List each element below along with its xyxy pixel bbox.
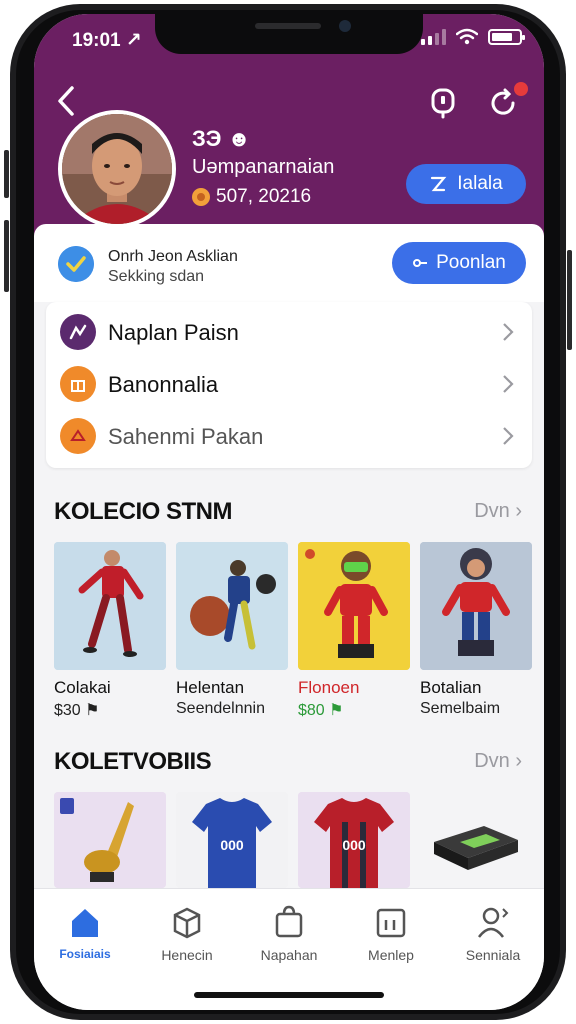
profile-name: ЗЭ ☻ bbox=[192, 126, 251, 151]
menu-label: Banonnalia bbox=[108, 372, 219, 397]
jersey-number: 000 bbox=[342, 837, 366, 853]
verification-subtitle: Sekking sdan bbox=[108, 268, 205, 285]
chevron-right-icon bbox=[503, 375, 514, 393]
status-time: 19:01 ↗ bbox=[72, 30, 142, 51]
jersey-icon: 000 bbox=[176, 792, 288, 888]
collectible-card[interactable] bbox=[420, 542, 532, 670]
tab-label: Henecin bbox=[161, 947, 213, 963]
verification-button[interactable]: Poonlan bbox=[392, 242, 526, 284]
jersey-icon: 000 bbox=[298, 792, 410, 888]
player-figure bbox=[176, 542, 288, 670]
notch bbox=[155, 14, 423, 54]
device-icon bbox=[420, 792, 532, 888]
notification-badge bbox=[514, 82, 528, 96]
verification-title: Onrh Jeon Asklian bbox=[108, 248, 238, 265]
card-title: Helentan bbox=[176, 678, 245, 697]
see-more-link[interactable]: Dvn › bbox=[474, 500, 522, 523]
profile-icon bbox=[478, 907, 509, 938]
edit-label: Ialala bbox=[457, 173, 503, 194]
points-row: 507, 20216 bbox=[192, 186, 311, 208]
chevron-right-icon bbox=[503, 427, 514, 445]
ticket-icon bbox=[60, 418, 96, 454]
collectible-card[interactable] bbox=[176, 542, 288, 670]
menu-item-banonnalia[interactable]: Banonnalia bbox=[46, 358, 532, 410]
speaker bbox=[255, 23, 321, 29]
camera bbox=[339, 20, 351, 32]
player-figure bbox=[54, 542, 166, 670]
tab-napahan[interactable]: Napahan bbox=[238, 905, 340, 975]
profile-subtitle: Uəmpanarnaian bbox=[192, 156, 335, 178]
card-title: Flonoen bbox=[298, 678, 360, 697]
chevron-right-icon: › bbox=[515, 500, 522, 522]
menu-item-sahenmi[interactable]: Sahenmi Pakan bbox=[46, 410, 532, 462]
player-photo bbox=[62, 114, 172, 224]
home-indicator bbox=[194, 992, 384, 998]
robot-figure bbox=[298, 542, 410, 670]
check-icon bbox=[58, 246, 94, 282]
verification-button-label: Poonlan bbox=[436, 252, 506, 273]
robot-figure bbox=[420, 542, 532, 670]
see-more-link[interactable]: Dvn › bbox=[474, 750, 522, 773]
tab-label: Menlep bbox=[368, 947, 414, 963]
power-button bbox=[567, 250, 572, 350]
coin-icon bbox=[192, 188, 210, 206]
collectible-card[interactable] bbox=[420, 792, 532, 888]
gift-icon bbox=[60, 366, 96, 402]
tab-henecin[interactable]: Henecin bbox=[136, 905, 238, 975]
side-button bbox=[4, 150, 9, 198]
chevron-right-icon: › bbox=[515, 750, 522, 772]
see-more-label: Dvn bbox=[474, 500, 510, 522]
card-title: Colakai bbox=[54, 678, 111, 697]
points-value: 507, 20216 bbox=[216, 186, 312, 207]
calendar-icon bbox=[376, 908, 406, 938]
card-subtitle: Semelbaim bbox=[420, 700, 501, 717]
tab-label: Senniala bbox=[465, 947, 521, 963]
collectible-card[interactable] bbox=[54, 542, 166, 670]
tab-label: Fosiaiais bbox=[59, 947, 111, 961]
trophy-icon bbox=[54, 792, 166, 888]
bag-icon bbox=[275, 905, 303, 938]
signal-icon bbox=[421, 29, 446, 45]
notification-icon[interactable] bbox=[426, 86, 460, 120]
see-more-label: Dvn bbox=[474, 750, 510, 772]
section-title: KOLECIO STNM bbox=[54, 498, 233, 525]
battery-icon bbox=[488, 29, 525, 45]
collectible-card[interactable]: 000 bbox=[176, 792, 288, 888]
card-subtitle: Seendelnnin bbox=[176, 700, 265, 717]
card-price: $30 ⚑ bbox=[54, 702, 100, 719]
chevron-right-icon bbox=[503, 323, 514, 341]
collectible-card[interactable]: 000 bbox=[298, 792, 410, 888]
collectible-card[interactable] bbox=[54, 792, 166, 888]
tab-menlep[interactable]: Menlep bbox=[340, 905, 442, 975]
section-title: KOLETVOBIIS bbox=[54, 748, 212, 775]
edit-icon bbox=[431, 176, 447, 192]
edit-profile-button[interactable]: Ialala bbox=[406, 164, 526, 204]
avatar[interactable] bbox=[58, 110, 176, 228]
tab-home[interactable]: Fosiaiais bbox=[34, 905, 136, 975]
status-icons bbox=[421, 28, 525, 45]
menu-item-naplan[interactable]: Naplan Paisn bbox=[46, 306, 532, 358]
app-screen: 19:01 ↗ ЗЭ ☻ Uəmpanarnaian 507, 20216 Ia… bbox=[34, 14, 544, 1010]
profile-header: 19:01 ↗ ЗЭ ☻ Uəmpanarnaian 507, 20216 Ia… bbox=[34, 14, 544, 236]
tab-senniala[interactable]: Senniala bbox=[442, 905, 544, 975]
jersey-number: 000 bbox=[220, 837, 244, 853]
key-icon bbox=[413, 259, 428, 267]
menu-label: Sahenmi Pakan bbox=[108, 424, 264, 449]
menu-label: Naplan Paisn bbox=[108, 320, 239, 345]
verification-card: Onrh Jeon Asklian Sekking sdan Poonlan bbox=[34, 224, 544, 302]
collectible-card[interactable] bbox=[298, 542, 410, 670]
wifi-icon bbox=[456, 28, 478, 45]
card-title: Botalian bbox=[420, 678, 482, 697]
badge-icon bbox=[60, 314, 96, 350]
tab-label: Napahan bbox=[260, 947, 318, 963]
card-price: $80 ⚑ bbox=[298, 702, 344, 719]
home-icon bbox=[72, 909, 98, 937]
menu-list: Naplan Paisn Banonnalia Sahenmi Pakan bbox=[46, 302, 532, 468]
side-button bbox=[4, 220, 9, 292]
box-icon bbox=[173, 907, 201, 939]
back-icon[interactable] bbox=[52, 84, 80, 118]
